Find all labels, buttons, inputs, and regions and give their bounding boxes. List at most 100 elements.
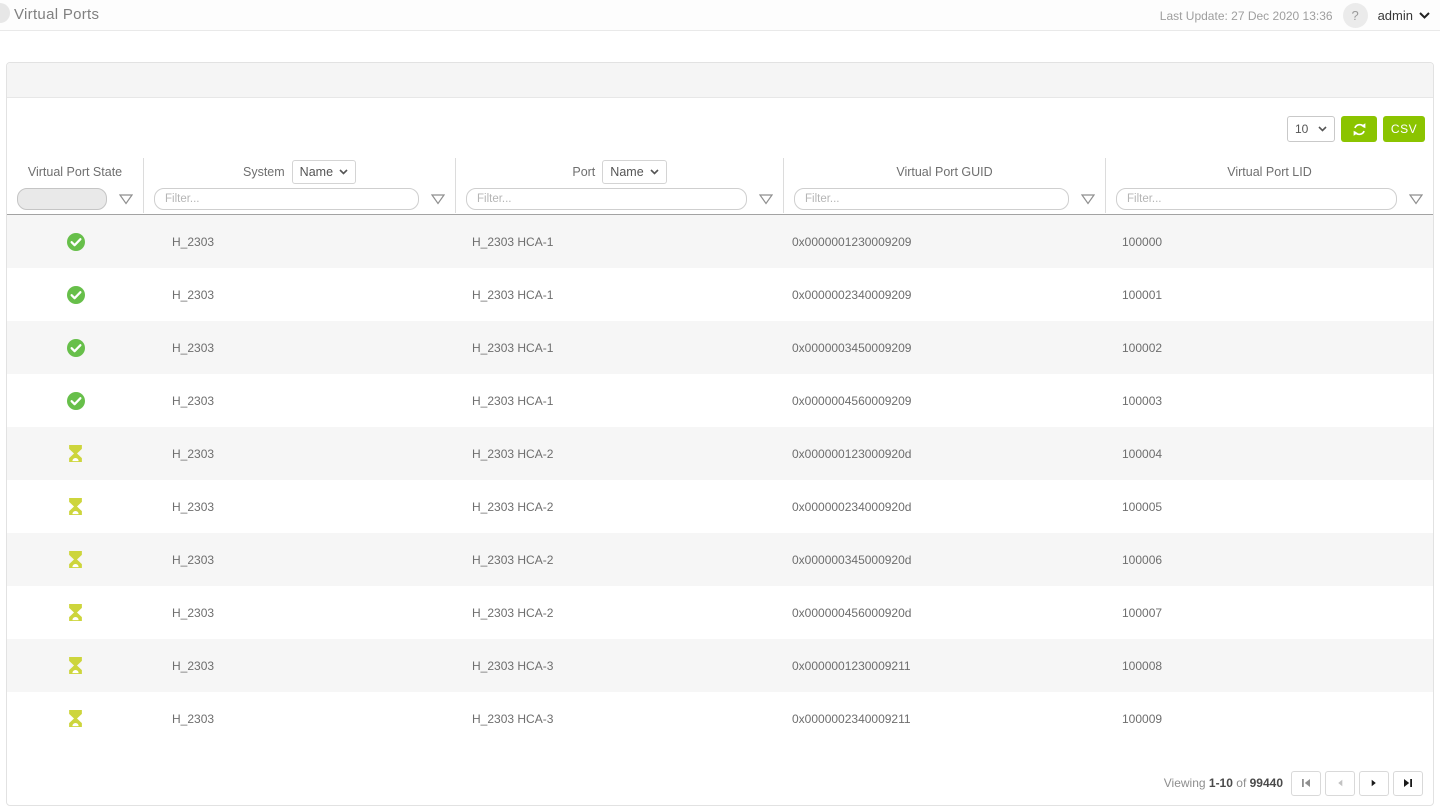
table-row[interactable]: H_2303 H_2303 HCA-2 0x000000456000920d 1… bbox=[7, 586, 1433, 639]
table-row[interactable]: H_2303 H_2303 HCA-1 0x0000001230009209 1… bbox=[7, 215, 1433, 268]
first-page-button bbox=[1291, 771, 1321, 796]
refresh-icon bbox=[1351, 121, 1368, 138]
lid-cell: 100005 bbox=[1106, 480, 1433, 533]
filter-funnel-button[interactable] bbox=[431, 194, 445, 205]
funnel-icon bbox=[1409, 194, 1423, 205]
state-cell bbox=[7, 480, 144, 533]
top-bar: Virtual Ports Last Update: 27 Dec 2020 1… bbox=[0, 0, 1440, 31]
port-cell: H_2303 HCA-3 bbox=[456, 692, 784, 745]
table-row[interactable]: H_2303 H_2303 HCA-1 0x0000004560009209 1… bbox=[7, 374, 1433, 427]
table-filter-row bbox=[7, 185, 1433, 215]
guid-filter-input[interactable] bbox=[794, 188, 1069, 210]
system-cell: H_2303 bbox=[144, 268, 456, 321]
csv-export-button[interactable]: CSV bbox=[1383, 116, 1425, 142]
filter-cell-guid bbox=[784, 185, 1106, 213]
user-menu[interactable]: admin bbox=[1378, 8, 1430, 23]
funnel-icon bbox=[759, 194, 773, 205]
system-cell: H_2303 bbox=[144, 639, 456, 692]
state-cell bbox=[7, 374, 144, 427]
lid-cell: 100001 bbox=[1106, 268, 1433, 321]
system-cell: H_2303 bbox=[144, 533, 456, 586]
port-filter-input[interactable] bbox=[466, 188, 747, 210]
filter-cell-port bbox=[456, 185, 784, 213]
hourglass-icon bbox=[68, 551, 83, 568]
last-update-label: Last Update: 27 Dec 2020 13:36 bbox=[1160, 9, 1333, 23]
funnel-icon bbox=[431, 194, 445, 205]
state-filter-input bbox=[17, 188, 107, 210]
chevron-down-icon bbox=[1318, 126, 1327, 132]
port-cell: H_2303 HCA-2 bbox=[456, 533, 784, 586]
next-page-icon bbox=[1368, 777, 1380, 789]
last-page-button[interactable] bbox=[1393, 771, 1423, 796]
system-cell: H_2303 bbox=[144, 215, 456, 268]
page-title: Virtual Ports bbox=[14, 6, 99, 23]
help-button[interactable]: ? bbox=[1343, 3, 1368, 28]
lid-cell: 100003 bbox=[1106, 374, 1433, 427]
system-cell: H_2303 bbox=[144, 374, 456, 427]
table-row[interactable]: H_2303 H_2303 HCA-1 0x0000002340009209 1… bbox=[7, 268, 1433, 321]
table-row[interactable]: H_2303 H_2303 HCA-2 0x000000345000920d 1… bbox=[7, 533, 1433, 586]
table-row[interactable]: H_2303 H_2303 HCA-3 0x0000002340009211 1… bbox=[7, 692, 1433, 745]
state-cell bbox=[7, 321, 144, 374]
table-row[interactable]: H_2303 H_2303 HCA-1 0x0000003450009209 1… bbox=[7, 321, 1433, 374]
filter-funnel-button[interactable] bbox=[1409, 194, 1423, 205]
previous-page-icon bbox=[1334, 777, 1346, 789]
filter-cell-system bbox=[144, 185, 456, 213]
system-cell: H_2303 bbox=[144, 480, 456, 533]
lid-cell: 100000 bbox=[1106, 215, 1433, 268]
hourglass-icon bbox=[68, 445, 83, 462]
port-field-select[interactable]: Name bbox=[602, 160, 666, 184]
next-page-button[interactable] bbox=[1359, 771, 1389, 796]
page-size-value: 10 bbox=[1295, 122, 1308, 136]
table-header-row: Virtual Port State System Name Port Name… bbox=[7, 158, 1433, 185]
guid-cell: 0x0000002340009209 bbox=[784, 268, 1106, 321]
system-filter-input[interactable] bbox=[154, 188, 419, 210]
check-circle-icon bbox=[67, 392, 85, 410]
table-footer: Viewing 1-10 of 99440 bbox=[7, 761, 1433, 805]
guid-cell: 0x0000003450009209 bbox=[784, 321, 1106, 374]
state-cell bbox=[7, 268, 144, 321]
filter-funnel-button[interactable] bbox=[119, 194, 133, 205]
chevron-down-icon bbox=[650, 169, 659, 175]
table-row[interactable]: H_2303 H_2303 HCA-2 0x000000234000920d 1… bbox=[7, 480, 1433, 533]
system-field-select[interactable]: Name bbox=[292, 160, 356, 184]
guid-cell: 0x0000001230009209 bbox=[784, 215, 1106, 268]
edge-decoration bbox=[0, 3, 10, 23]
previous-page-button bbox=[1325, 771, 1355, 796]
guid-cell: 0x000000234000920d bbox=[784, 480, 1106, 533]
viewing-total: 99440 bbox=[1250, 776, 1283, 790]
table-body: H_2303 H_2303 HCA-1 0x0000001230009209 1… bbox=[7, 215, 1433, 745]
panel-header-strip bbox=[7, 63, 1433, 98]
lid-cell: 100004 bbox=[1106, 427, 1433, 480]
guid-cell: 0x0000001230009211 bbox=[784, 639, 1106, 692]
lid-cell: 100009 bbox=[1106, 692, 1433, 745]
last-page-icon bbox=[1402, 777, 1414, 789]
user-name: admin bbox=[1378, 8, 1413, 23]
lid-cell: 100006 bbox=[1106, 533, 1433, 586]
port-cell: H_2303 HCA-1 bbox=[456, 268, 784, 321]
page-size-select[interactable]: 10 bbox=[1287, 116, 1335, 142]
hourglass-icon bbox=[68, 710, 83, 727]
refresh-button[interactable] bbox=[1341, 116, 1377, 142]
column-header-system: System Name bbox=[144, 158, 456, 185]
table-row[interactable]: H_2303 H_2303 HCA-3 0x0000001230009211 1… bbox=[7, 639, 1433, 692]
state-cell bbox=[7, 692, 144, 745]
pagination bbox=[1291, 771, 1423, 796]
filter-funnel-button[interactable] bbox=[759, 194, 773, 205]
lid-filter-input[interactable] bbox=[1116, 188, 1397, 210]
lid-cell: 100008 bbox=[1106, 639, 1433, 692]
column-header-guid: Virtual Port GUID bbox=[784, 158, 1106, 185]
guid-cell: 0x0000004560009209 bbox=[784, 374, 1106, 427]
port-cell: H_2303 HCA-2 bbox=[456, 427, 784, 480]
table-row[interactable]: H_2303 H_2303 HCA-2 0x000000123000920d 1… bbox=[7, 427, 1433, 480]
filter-funnel-button[interactable] bbox=[1081, 194, 1095, 205]
port-cell: H_2303 HCA-2 bbox=[456, 586, 784, 639]
check-circle-icon bbox=[67, 286, 85, 304]
lid-cell: 100007 bbox=[1106, 586, 1433, 639]
guid-cell: 0x000000123000920d bbox=[784, 427, 1106, 480]
check-circle-icon bbox=[67, 233, 85, 251]
system-cell: H_2303 bbox=[144, 427, 456, 480]
state-cell bbox=[7, 586, 144, 639]
hourglass-icon bbox=[68, 498, 83, 515]
hourglass-icon bbox=[68, 657, 83, 674]
